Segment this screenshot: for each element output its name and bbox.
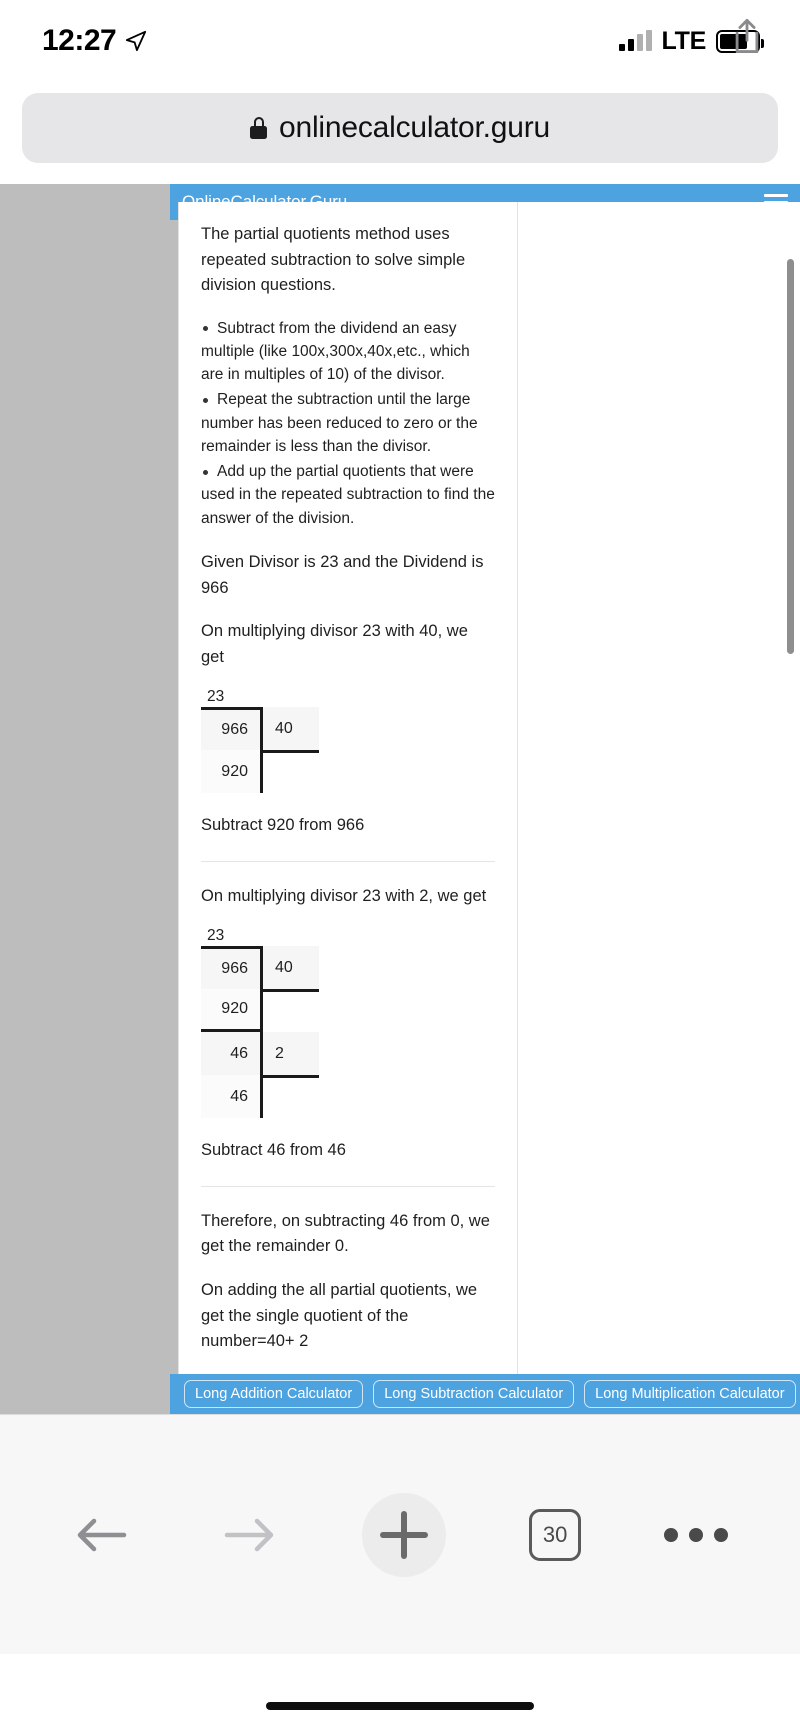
address-bar[interactable]: onlinecalculator.guru [22, 93, 778, 163]
lock-icon [250, 117, 267, 139]
spacer-cell [263, 1075, 319, 1119]
network-label: LTE [661, 26, 707, 55]
division-diagram-step2: 23 966 40 920 46 2 46 [201, 927, 495, 1119]
division-grid: 966 40 920 46 2 46 [201, 946, 319, 1119]
division-row: 46 2 [201, 1032, 319, 1076]
list-item: Subtract from the dividend an easy multi… [201, 317, 495, 387]
step1-subtract-paragraph: Subtract 920 from 966 [201, 816, 365, 835]
back-button[interactable] [72, 1510, 134, 1560]
partial-quotient-cell: 2 [263, 1032, 319, 1076]
list-item: Add up the partial quotients that were u… [201, 460, 495, 530]
partial-quotient-cell: 40 [263, 946, 319, 990]
more-options-button[interactable] [664, 1527, 729, 1542]
product-cell: 920 [201, 989, 263, 1033]
bullet-icon [203, 469, 208, 475]
section-divider [201, 860, 495, 862]
back-arrow-icon [77, 1518, 126, 1551]
status-bar-left: 12:27 [42, 24, 147, 58]
divisor-label: 23 [207, 688, 225, 706]
page-scrollbar[interactable] [787, 259, 794, 654]
location-arrow-icon [126, 30, 147, 52]
article-content: The partial quotients method uses repeat… [178, 202, 518, 1403]
tabs-button[interactable]: 30 [529, 1508, 582, 1561]
rule-text: Add up the partial quotients that were u… [201, 463, 495, 527]
status-time: 12:27 [42, 24, 117, 57]
product-cell: 920 [201, 750, 263, 794]
division-row: 966 40 [201, 946, 319, 990]
intro-paragraph: The partial quotients method uses repeat… [201, 225, 466, 295]
division-row: 966 40 [201, 707, 319, 751]
right-column [518, 202, 800, 1392]
rule-text: Repeat the subtraction until the large n… [201, 391, 478, 455]
signal-bars-icon [618, 30, 652, 51]
rules-list: Subtract from the dividend an easy multi… [201, 317, 495, 530]
spacer-cell [263, 989, 319, 1033]
link-long-addition-calculator[interactable]: Long Addition Calculator [184, 1380, 364, 1408]
list-item: Repeat the subtraction until the large n… [201, 388, 495, 458]
step2-subtract-paragraph: Subtract 46 from 46 [201, 1141, 346, 1160]
footer-link-strip: Long Addition Calculator Long Subtractio… [170, 1374, 800, 1414]
division-diagram-step1: 23 966 40 920 [201, 688, 495, 794]
rule-text: Subtract from the dividend an easy multi… [201, 319, 470, 384]
partial-quotient-cell: 40 [263, 707, 319, 751]
product-cell: 46 [201, 1075, 263, 1119]
division-grid: 966 40 920 [201, 707, 319, 794]
more-dots-icon [664, 1527, 729, 1542]
webpage-viewport[interactable]: OnlineCalculator.Guru The partial quotie… [0, 184, 800, 1414]
new-tab-button[interactable] [361, 1492, 446, 1577]
bullet-icon [203, 326, 208, 332]
dividend-cell: 966 [201, 707, 263, 751]
given-paragraph: Given Divisor is 23 and the Dividend is … [201, 552, 484, 597]
section-divider [201, 1185, 495, 1187]
address-bar-content: onlinecalculator.guru [250, 111, 550, 145]
link-long-multiplication-calculator[interactable]: Long Multiplication Calculator [584, 1380, 796, 1408]
conclusion-paragraph: Therefore, on subtracting 46 from 0, we … [201, 1211, 490, 1256]
browser-toolbar: 30 [0, 1414, 800, 1654]
tab-count-label: 30 [529, 1508, 582, 1561]
forward-arrow-icon [224, 1518, 274, 1551]
remainder-cell: 46 [201, 1032, 263, 1076]
division-row: 920 [201, 750, 319, 794]
spacer-cell [263, 750, 319, 794]
dividend-cell: 966 [201, 946, 263, 990]
division-row: 46 [201, 1075, 319, 1119]
bullet-icon [203, 397, 208, 403]
step1-paragraph: On multiplying divisor 23 with 40, we ge… [201, 622, 468, 666]
link-long-subtraction-calculator[interactable]: Long Subtraction Calculator [373, 1380, 575, 1408]
divisor-label: 23 [207, 927, 225, 945]
division-row: 920 [201, 989, 319, 1033]
forward-button[interactable] [217, 1510, 279, 1560]
phone-screen: 12:27 LTE onlinecalculator.guru OnlineCa… [0, 0, 800, 1732]
step2-paragraph: On multiplying divisor 23 with 2, we get [201, 886, 487, 905]
home-indicator [266, 1702, 534, 1710]
final-paragraph: On adding the all partial quotients, we … [201, 1281, 478, 1351]
share-icon[interactable] [730, 17, 764, 55]
status-bar: 12:27 LTE [0, 0, 800, 82]
url-text: onlinecalculator.guru [279, 111, 550, 144]
